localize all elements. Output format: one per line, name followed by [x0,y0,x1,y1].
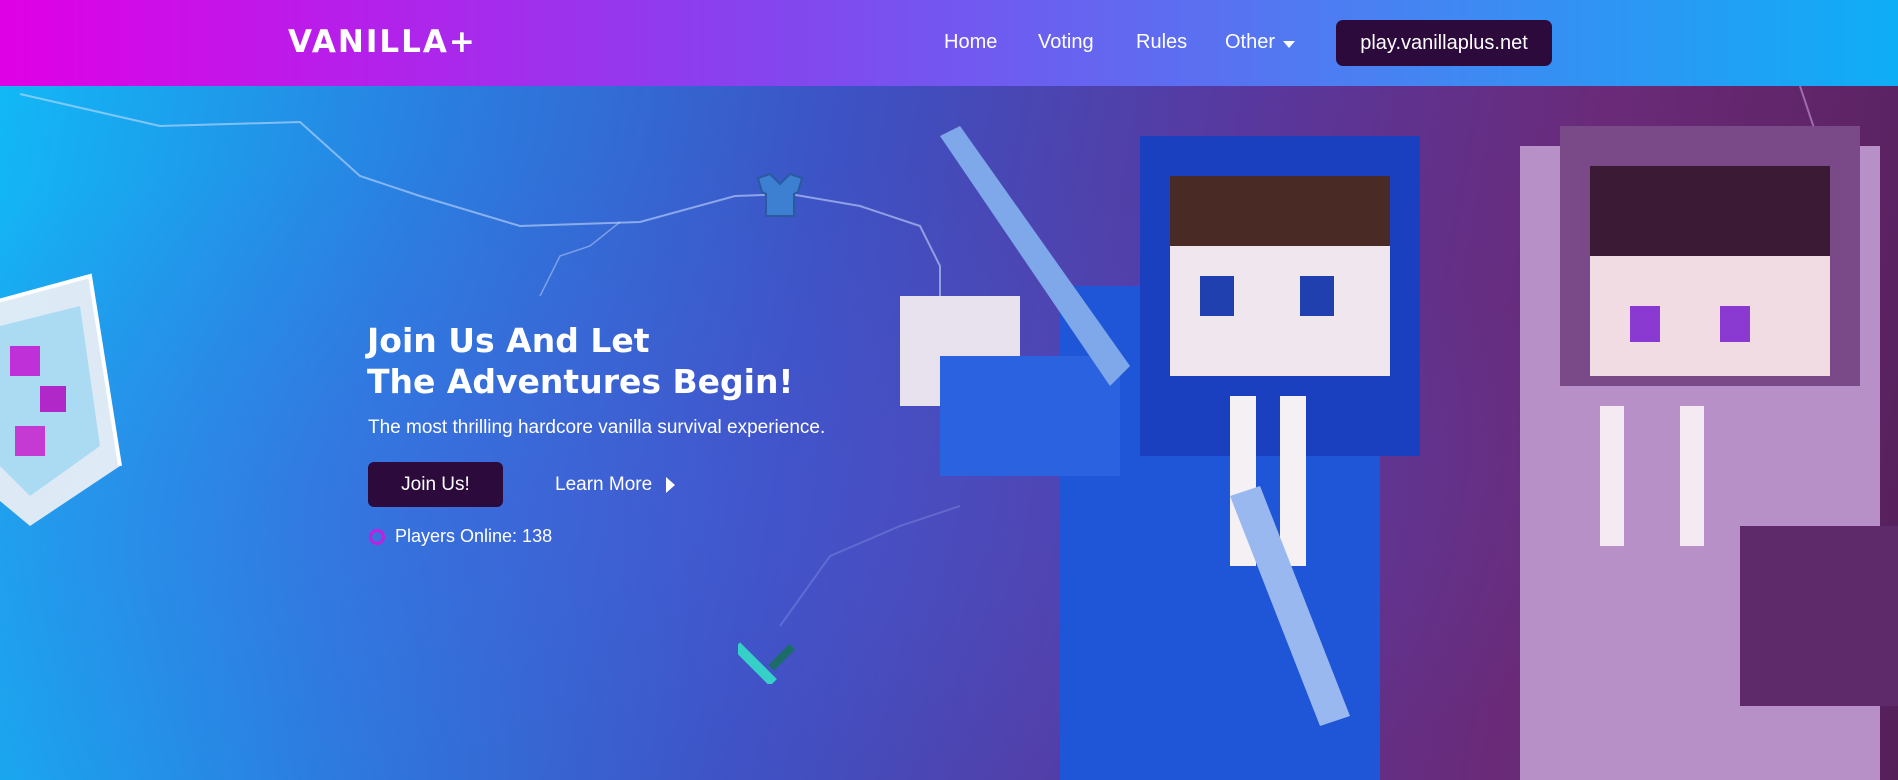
players-online-text: Players Online: 138 [395,526,553,546]
players-online-indicator: Players Online: 138 [369,526,552,547]
hero-headline-line1: Join Us And Let [367,321,650,360]
play-arrow-icon [666,477,676,493]
crystal-cube-decoration [0,273,122,526]
top-navbar: VANILLA+ Home Voting Rules Other play.va… [0,0,1898,86]
chestplate-icon [756,172,804,217]
nav-home-link[interactable]: Home [944,31,997,54]
purple-hooded-character-artwork [1520,126,1898,780]
nav-rules-link[interactable]: Rules [1136,31,1187,54]
join-us-button[interactable]: Join Us! [368,462,503,507]
learn-more-button[interactable]: Learn More [555,474,676,496]
hero-subtitle: The most thrilling hardcore vanilla surv… [368,417,826,438]
nav-voting-link[interactable]: Voting [1038,31,1094,54]
server-ip-button[interactable]: play.vanillaplus.net [1336,20,1552,66]
nav-other-dropdown[interactable]: Other [1225,31,1296,54]
hero-headline: Join Us And Let The Adventures Begin! [367,320,794,402]
chevron-down-icon [1283,40,1296,48]
nav-other-label: Other [1225,31,1276,53]
sword-icon [738,642,796,684]
site-logo[interactable]: VANILLA+ [288,24,477,60]
hero-headline-line2: The Adventures Begin! [367,362,794,401]
hero-section: Join Us And Let The Adventures Begin! Th… [0,86,1898,780]
status-dot-icon [369,528,385,545]
learn-more-label: Learn More [555,474,653,495]
